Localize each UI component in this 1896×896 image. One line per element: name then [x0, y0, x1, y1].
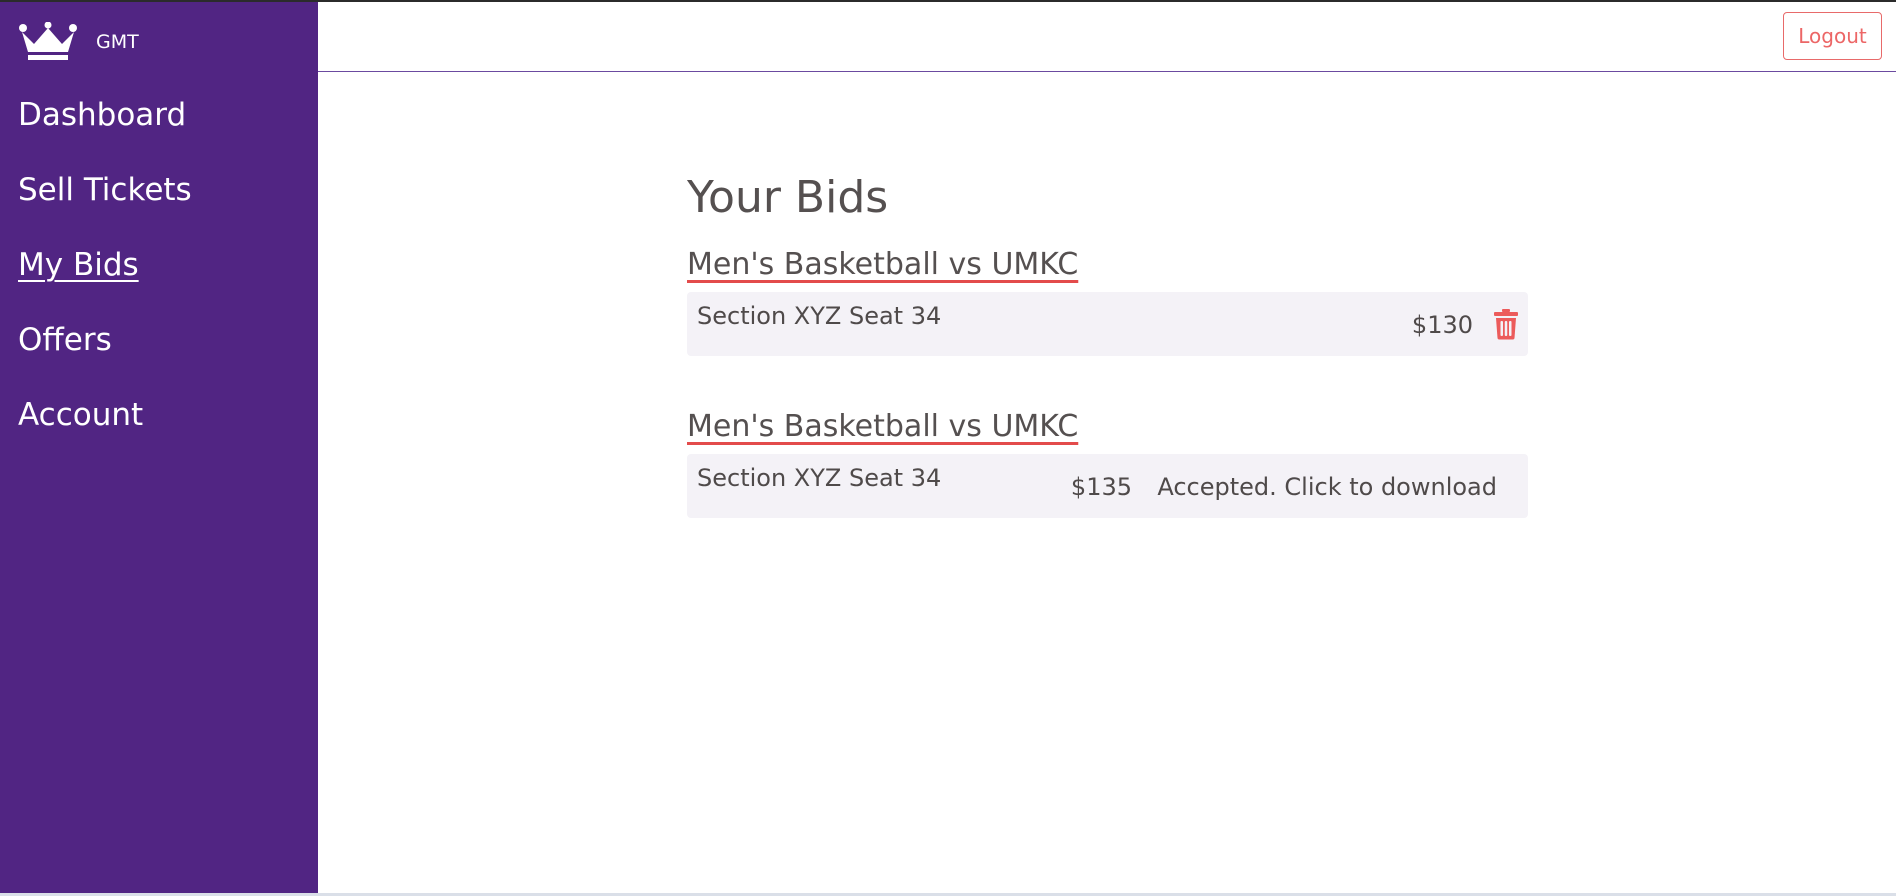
brand[interactable]: GMT	[18, 22, 139, 62]
brand-name: GMT	[96, 31, 139, 53]
seat-label: Section XYZ Seat 34	[697, 464, 942, 492]
sidebar-nav: Dashboard Sell Tickets My Bids Offers Ac…	[18, 90, 192, 465]
sidebar-item-account[interactable]: Account	[18, 390, 192, 465]
trash-icon[interactable]	[1493, 308, 1519, 340]
app-window: GMT Dashboard Sell Tickets My Bids Offer…	[0, 0, 1896, 896]
bid-amount: $135	[1070, 473, 1132, 501]
crown-icon	[19, 22, 77, 60]
top-bar: Logout	[318, 2, 1896, 72]
bid-card: Men's Basketball vs UMKC Section XYZ Sea…	[687, 234, 1528, 356]
seat-label: Section XYZ Seat 34	[697, 302, 942, 330]
page-title: Your Bids	[687, 172, 889, 223]
event-link[interactable]: Men's Basketball vs UMKC	[687, 408, 1078, 446]
sidebar-item-offers[interactable]: Offers	[18, 315, 192, 390]
sidebar-item-sell-tickets[interactable]: Sell Tickets	[18, 165, 192, 240]
download-status-link[interactable]: Accepted. Click to download	[1157, 471, 1497, 503]
sidebar-item-my-bids[interactable]: My Bids	[18, 240, 192, 315]
sidebar-item-dashboard[interactable]: Dashboard	[18, 90, 192, 165]
event-link[interactable]: Men's Basketball vs UMKC	[687, 246, 1078, 284]
logout-button[interactable]: Logout	[1783, 12, 1882, 60]
bid-row: Section XYZ Seat 34 $130	[687, 292, 1528, 356]
sidebar: GMT Dashboard Sell Tickets My Bids Offer…	[0, 2, 318, 895]
bid-row: Section XYZ Seat 34 $135 Accepted. Click…	[687, 454, 1528, 518]
bid-amount: $130	[1411, 311, 1473, 339]
main-content: Your Bids Men's Basketball vs UMKC Secti…	[687, 162, 1528, 518]
bid-card: Men's Basketball vs UMKC Section XYZ Sea…	[687, 396, 1528, 518]
